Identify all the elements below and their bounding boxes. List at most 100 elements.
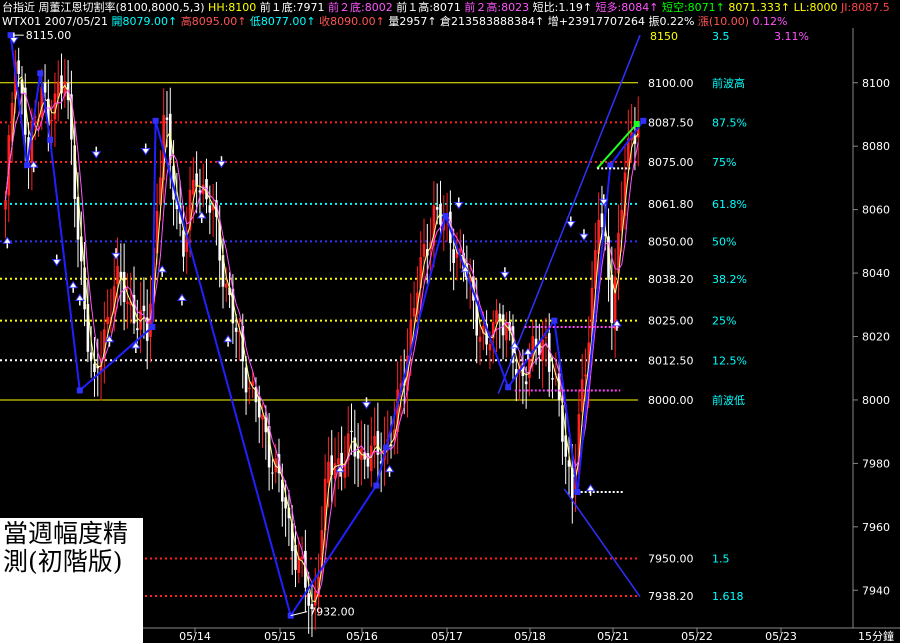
level-price-6: 8025.00 (648, 315, 694, 328)
candle-body (337, 458, 340, 465)
candle-body (307, 593, 310, 606)
candle-body (327, 461, 330, 484)
header2-item-5: 量2957↑ (384, 15, 437, 28)
y-tick-label-3: 8000 (862, 394, 890, 407)
candle-body (43, 82, 47, 93)
zigzag-node (373, 482, 380, 489)
candle-body (208, 205, 212, 213)
header2-item-3: 低8077.00↑ (246, 15, 316, 28)
channel-line-1 (563, 488, 641, 598)
zigzag-node (47, 136, 54, 143)
candle-body (452, 249, 455, 263)
level-price-1: 8087.50 (648, 116, 694, 129)
down-arrow-icon (140, 148, 151, 156)
y-tick-label-6: 8060 (862, 204, 890, 217)
candle-body (600, 213, 604, 228)
high-annotation: 8115.00 (26, 29, 72, 42)
header2-item-1: 開8079.00↑ (108, 15, 178, 28)
candle-body (435, 207, 439, 210)
candle-body (195, 173, 198, 187)
header2-item-8: 振0.22% (644, 15, 695, 28)
level-ratio-8: 前波低 (712, 393, 745, 407)
zigzag-node (442, 212, 449, 219)
level-price-7: 8012.50 (648, 354, 694, 367)
header1-item-3: 前２底:8002 (324, 1, 393, 14)
candle-body (126, 301, 129, 304)
zigzag-node (640, 117, 647, 124)
down-arrow-icon (453, 201, 464, 210)
header1-item-6: 短比:1.19↑ (529, 1, 593, 14)
zigzag-node (383, 444, 390, 451)
zigzag-node (574, 488, 581, 495)
candle-body (142, 305, 146, 312)
top-label-0: 8150 (650, 30, 678, 43)
up-arrow-icon (384, 464, 395, 473)
candle-body (478, 336, 482, 342)
up-arrow-icon (74, 293, 85, 301)
up-arrow-icon (196, 211, 207, 219)
y-tick-label-0: 7940 (862, 584, 890, 597)
up-arrow-icon (68, 280, 79, 289)
header1-item-2: 前１底:7971 (256, 1, 325, 14)
down-arrow-icon (579, 233, 589, 242)
header1-item-0: 台指近 周董江恩切割率(8100,8000,5,3) (2, 1, 205, 14)
candle-body (53, 93, 57, 120)
candle-body (524, 381, 528, 385)
y-tick-label-2: 7980 (862, 457, 890, 470)
x-tick-label-6: 05/22 (681, 630, 713, 643)
note-box: 當週幅度精 測(初階版) (0, 518, 143, 643)
level-ratio-0: 前波高 (712, 76, 745, 90)
level-price-2: 8075.00 (648, 156, 694, 169)
level-price-5: 8038.20 (648, 273, 694, 286)
candle-body (580, 379, 584, 412)
x-tick-label-3: 05/17 (431, 630, 463, 643)
header2-item-9: 漲(10.00) (694, 15, 749, 28)
down-arrow-icon (51, 259, 62, 267)
candle-body (422, 244, 426, 257)
x-tick-label-0: 05/14 (179, 630, 211, 643)
x-tick-label-7: 05/23 (765, 630, 797, 643)
zigzag-node (76, 387, 83, 394)
level-price-3: 8061.80 (648, 198, 694, 211)
y-tick-label-7: 8080 (862, 140, 890, 153)
level-price-8: 8000.00 (648, 394, 694, 407)
zigzag-node (152, 117, 159, 124)
header2-item-6: 倉213583888384↑ (436, 15, 545, 28)
zigzag-node (607, 162, 614, 169)
header1-item-10: LL:8000 (790, 1, 838, 14)
down-arrow-icon (91, 151, 102, 159)
candle-body (376, 431, 380, 455)
candle-body (50, 119, 53, 122)
down-arrow-icon (361, 401, 372, 410)
zigzag-node (37, 70, 44, 77)
up-arrow-icon (177, 293, 187, 301)
note-line-1: 當週幅度精 (3, 519, 129, 548)
quote-header: WTX01 2007/05/21 開8079.00↑ 高8095.00↑ 低80… (2, 15, 787, 28)
level-ratio-9: 1.5 (712, 553, 730, 566)
candle-body (17, 60, 20, 74)
top-label-1: 3.5 (712, 30, 730, 43)
zigzag-node (551, 317, 558, 324)
indicator-header: 台指近 周董江恩切割率(8100,8000,5,3) HH:8100 前１底:7… (2, 1, 890, 14)
y-tick-label-1: 7960 (862, 521, 890, 534)
candle-body (350, 430, 353, 432)
candle-body (136, 328, 139, 331)
x-tick-label-1: 05/15 (264, 630, 296, 643)
level-price-0: 8100.00 (648, 77, 694, 90)
candle-body (584, 374, 587, 377)
level-price-9: 7950.00 (648, 553, 694, 566)
candle-body (271, 472, 274, 474)
x-tick-label-5: 05/21 (597, 630, 629, 643)
candle-body (192, 179, 195, 195)
down-arrow-icon (216, 160, 227, 169)
candle-body (224, 283, 228, 288)
candle-body (544, 336, 548, 339)
level-ratio-6: 25% (712, 315, 736, 328)
header1-item-9: 8071.333↑ (724, 1, 791, 14)
level-ratio-3: 61.8% (712, 198, 747, 211)
down-arrow-icon (499, 271, 510, 280)
candle-body (373, 435, 376, 446)
timeframe-label: 15分鐘 (858, 629, 894, 643)
level-ratio-1: 87.5% (712, 116, 747, 129)
top-label-2: 3.11% (774, 30, 809, 43)
